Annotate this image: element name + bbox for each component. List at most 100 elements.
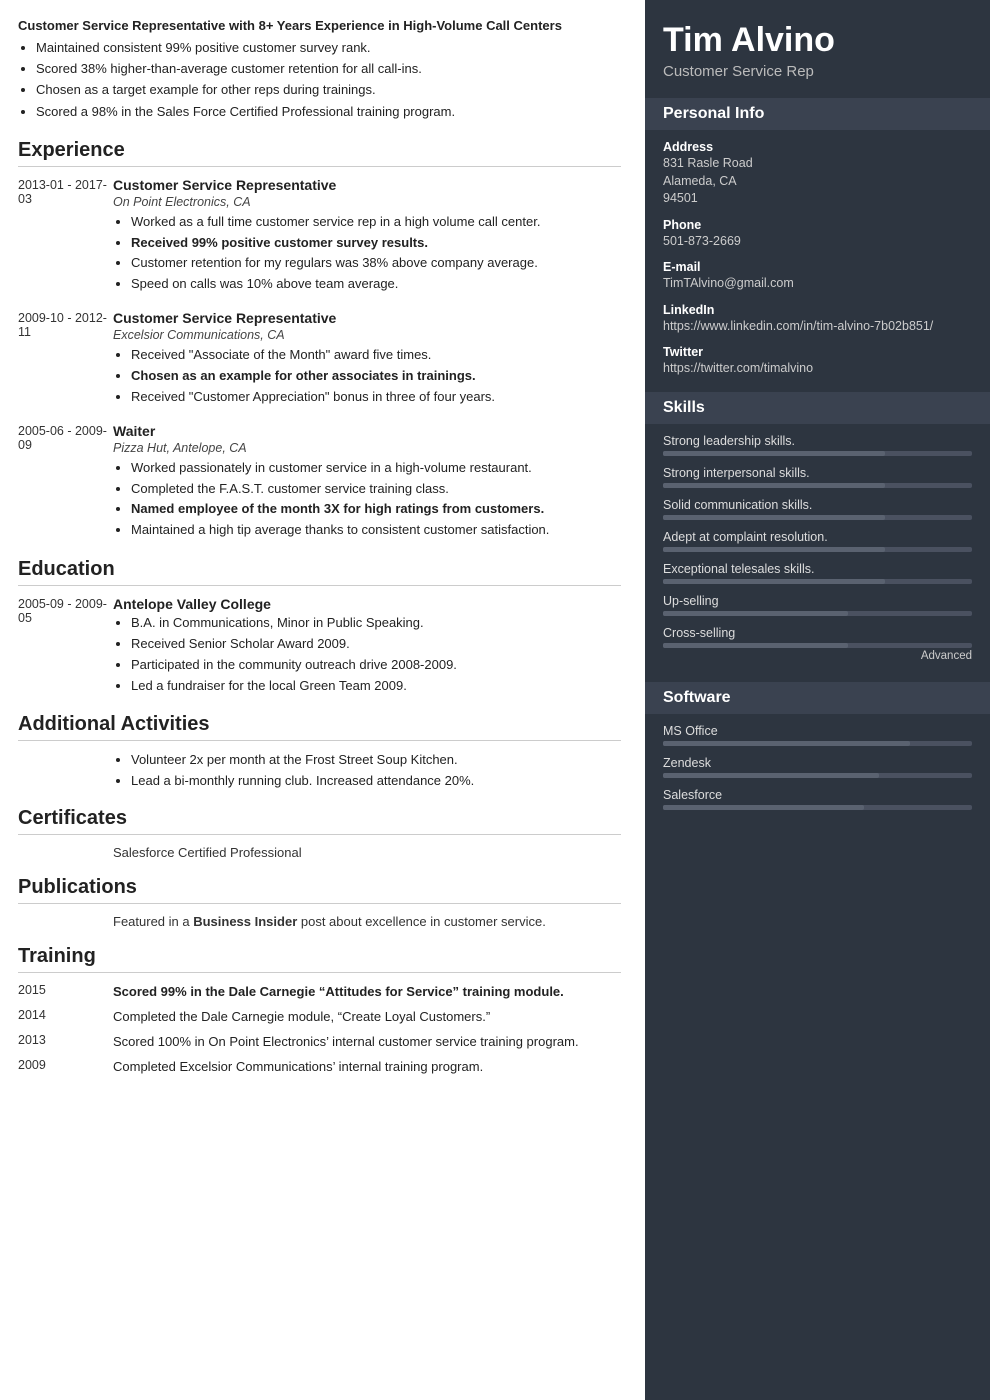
experience-entry-2: 2009-10 - 2012-11 Customer Service Repre… [18,310,621,409]
activities-content: Volunteer 2x per month at the Frost Stre… [18,751,621,791]
training-year-1: 2014 [18,1008,113,1027]
exp-bullet-3-2: Named employee of the month 3X for high … [131,500,621,519]
skill-item-1: Strong interpersonal skills. [663,466,972,488]
exp-bullets-2: Received "Associate of the Month" award … [113,346,621,407]
software-section: Software MS Office Zendesk Salesforce [645,682,990,834]
left-column: Customer Service Representative with 8+ … [0,0,645,1400]
address-line-2: Alameda, CA [663,173,972,191]
software-bar-bg-0 [663,741,972,746]
education-section: Education 2005-09 - 2009-05 Antelope Val… [18,558,621,697]
activity-bullet-0: Volunteer 2x per month at the Frost Stre… [131,751,621,770]
skill-item-5: Up-selling [663,594,972,616]
pub-before: Featured in a [113,914,193,929]
skill-bar-fill-0 [663,451,885,456]
experience-section: Experience 2013-01 - 2017-03 Customer Se… [18,139,621,542]
twitter-value: https://twitter.com/timalvino [663,360,972,378]
right-column: Tim Alvino Customer Service Rep Personal… [645,0,990,1400]
edu-bullet-1-0: B.A. in Communications, Minor in Public … [131,614,621,633]
training-desc-1: Completed the Dale Carnegie module, “Cre… [113,1008,621,1027]
summary-bullet-2: Scored 38% higher-than-average customer … [36,60,621,78]
edu-bullet-1-1: Received Senior Scholar Award 2009. [131,635,621,654]
summary-bullet-1: Maintained consistent 99% positive custo… [36,39,621,57]
activities-section: Additional Activities Volunteer 2x per m… [18,713,621,791]
software-bar-fill-2 [663,805,864,810]
education-title: Education [18,558,621,586]
skill-bar-fill-5 [663,611,848,616]
address-line-1: 831 Rasle Road [663,155,972,173]
summary-section: Customer Service Representative with 8+ … [18,18,621,121]
exp-bullet-1-3: Speed on calls was 10% above team averag… [131,275,621,294]
exp-bullet-1-2: Customer retention for my regulars was 3… [131,254,621,273]
activity-bullet-1: Lead a bi-monthly running club. Increase… [131,772,621,791]
skill-name-1: Strong interpersonal skills. [663,466,972,480]
exp-bullet-2-1: Chosen as an example for other associate… [131,367,621,386]
phone-label: Phone [663,218,972,232]
advanced-label: Advanced [663,650,972,662]
training-title: Training [18,945,621,973]
experience-entry-1: 2013-01 - 2017-03 Customer Service Repre… [18,177,621,296]
publications-title: Publications [18,876,621,904]
software-bar-bg-2 [663,805,972,810]
skill-bar-fill-3 [663,547,885,552]
skill-bar-fill-4 [663,579,885,584]
software-name-1: Zendesk [663,756,972,770]
phone-value: 501-873-2669 [663,233,972,251]
exp-date-3: 2005-06 - 2009-09 [18,423,113,542]
training-year-2: 2013 [18,1033,113,1052]
candidate-title: Customer Service Rep [663,63,972,80]
software-name-2: Salesforce [663,788,972,802]
exp-bullet-3-1: Completed the F.A.S.T. customer service … [131,480,621,499]
skill-name-2: Solid communication skills. [663,498,972,512]
skill-bar-fill-2 [663,515,885,520]
right-header: Tim Alvino Customer Service Rep [645,0,990,98]
address-label: Address [663,140,972,154]
software-item-1: Zendesk [663,756,972,778]
twitter-label: Twitter [663,345,972,359]
exp-bullets-1: Worked as a full time customer service r… [113,213,621,294]
skill-item-2: Solid communication skills. [663,498,972,520]
skill-name-0: Strong leadership skills. [663,434,972,448]
skill-bar-bg-2 [663,515,972,520]
linkedin-label: LinkedIn [663,303,972,317]
publication-text: Featured in a Business Insider post abou… [18,914,621,929]
skill-item-6: Cross-selling Advanced [663,626,972,662]
skill-bar-bg-6 [663,643,972,648]
exp-bullet-2-2: Received "Customer Appreciation" bonus i… [131,388,621,407]
training-entry-0: 2015 Scored 99% in the Dale Carnegie “At… [18,983,621,1002]
exp-bullet-3-3: Maintained a high tip average thanks to … [131,521,621,540]
software-name-0: MS Office [663,724,972,738]
certificates-title: Certificates [18,807,621,835]
skill-item-3: Adept at complaint resolution. [663,530,972,552]
experience-title: Experience [18,139,621,167]
exp-subtitle-2: Excelsior Communications, CA [113,328,621,342]
edu-bullet-1-3: Led a fundraiser for the local Green Tea… [131,677,621,696]
activities-title: Additional Activities [18,713,621,741]
skill-name-3: Adept at complaint resolution. [663,530,972,544]
skill-name-4: Exceptional telesales skills. [663,562,972,576]
software-title: Software [645,682,990,714]
exp-bullet-2-0: Received "Associate of the Month" award … [131,346,621,365]
pub-bold: Business Insider [193,914,297,929]
skills-title: Skills [645,392,990,424]
address-line-3: 94501 [663,190,972,208]
exp-date-2: 2009-10 - 2012-11 [18,310,113,409]
linkedin-value: https://www.linkedin.com/in/tim-alvino-7… [663,318,972,336]
activities-bullets: Volunteer 2x per month at the Frost Stre… [113,751,621,791]
exp-date-1: 2013-01 - 2017-03 [18,177,113,296]
exp-title-1: Customer Service Representative [113,177,621,193]
summary-bullets: Maintained consistent 99% positive custo… [18,39,621,121]
software-body: MS Office Zendesk Salesforce [645,724,990,834]
software-bar-fill-1 [663,773,879,778]
skill-bar-fill-1 [663,483,885,488]
summary-title: Customer Service Representative with 8+ … [18,18,621,33]
personal-info-title: Personal Info [645,98,990,130]
skill-bar-bg-0 [663,451,972,456]
personal-info-body: Address 831 Rasle Road Alameda, CA 94501… [645,140,990,392]
summary-bullet-3: Chosen as a target example for other rep… [36,81,621,99]
education-entry-1: 2005-09 - 2009-05 Antelope Valley Colleg… [18,596,621,697]
edu-date-1: 2005-09 - 2009-05 [18,596,113,697]
skill-bar-bg-5 [663,611,972,616]
exp-content-3: Waiter Pizza Hut, Antelope, CA Worked pa… [113,423,621,542]
software-item-2: Salesforce [663,788,972,810]
training-desc-2: Scored 100% in On Point Electronics’ int… [113,1033,621,1052]
